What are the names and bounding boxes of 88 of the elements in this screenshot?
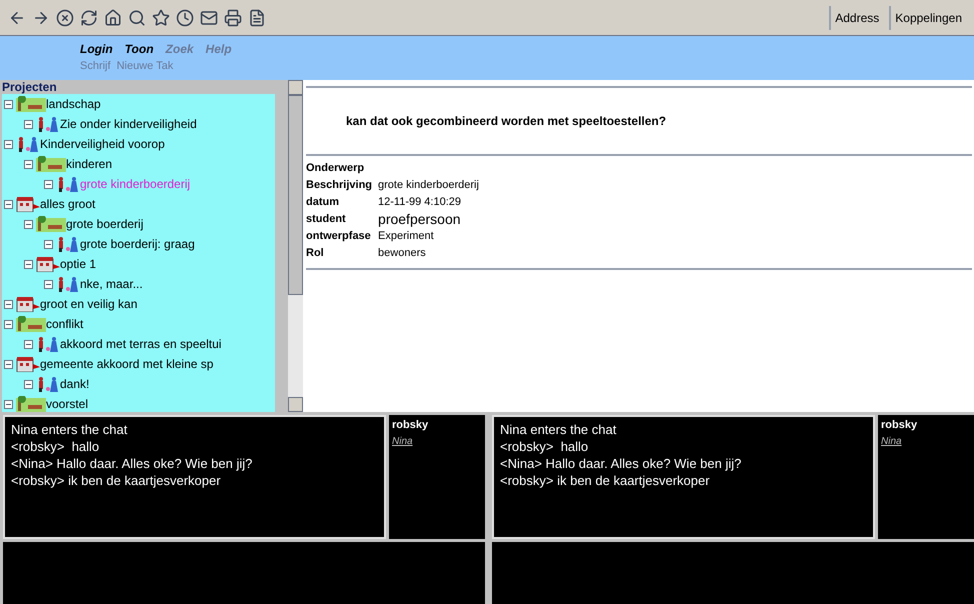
menu-link[interactable]: Login <box>80 40 113 58</box>
collapse-icon[interactable] <box>24 120 33 128</box>
tree-item[interactable]: voorstel <box>46 395 88 412</box>
toolbar-button[interactable]: Address <box>829 6 884 30</box>
stop-icon[interactable] <box>56 8 74 26</box>
chat-message: Nina enters the chat <box>11 421 128 438</box>
collapse-icon[interactable] <box>24 340 33 348</box>
field-value: Experiment <box>378 229 435 244</box>
collapse-icon[interactable] <box>4 300 13 308</box>
field-label: datum <box>306 195 340 210</box>
document-icon[interactable] <box>248 8 266 26</box>
landscape-icon <box>16 96 46 112</box>
collapse-icon[interactable] <box>24 160 33 168</box>
collapse-icon[interactable] <box>4 140 13 148</box>
collapse-icon[interactable] <box>24 260 33 268</box>
people-icon <box>36 336 60 352</box>
user-name: robsky <box>392 418 428 433</box>
tree-item[interactable]: conflikt <box>46 315 84 333</box>
chat-message: <Nina> Hallo daar. Alles oke? Wie ben jij? <box>11 455 254 472</box>
search-icon[interactable] <box>128 8 146 26</box>
print-icon[interactable] <box>224 8 242 26</box>
field-label: Rol <box>306 246 325 261</box>
menu-link[interactable]: Toon <box>124 40 154 58</box>
collapse-icon[interactable] <box>24 220 33 228</box>
collapse-icon[interactable] <box>4 200 13 208</box>
tree-item[interactable]: landschap <box>46 95 101 113</box>
tree-item[interactable]: Zie onder kinderveiligheid <box>60 115 197 133</box>
collapse-icon[interactable] <box>4 360 13 368</box>
refresh-icon[interactable] <box>80 8 98 26</box>
history-icon[interactable] <box>176 8 194 26</box>
tree-item[interactable]: dank! <box>60 375 90 393</box>
tree-item[interactable]: grote boerderij: graag <box>80 235 195 253</box>
landscape-icon <box>36 216 66 232</box>
people-icon <box>56 276 80 292</box>
field-value: grote kinderboerderij <box>378 178 480 193</box>
tree-item[interactable]: grote boerderij <box>66 215 144 233</box>
collapse-icon[interactable] <box>4 400 13 408</box>
chat-message: <Nina> Hallo daar. Alles oke? Wie ben jij? <box>500 455 742 472</box>
collapse-icon[interactable] <box>44 180 53 188</box>
chat-message: <robsky> hallo <box>11 438 100 455</box>
collapse-icon[interactable] <box>44 280 53 288</box>
scrollbar[interactable] <box>288 80 303 412</box>
people-icon <box>56 176 80 192</box>
field-value: proefpersoon <box>378 211 462 228</box>
house-icon <box>16 296 40 312</box>
people-icon <box>36 116 60 132</box>
people-icon <box>56 236 80 252</box>
tree-item[interactable]: optie 1 <box>60 255 96 273</box>
tree-title: Projecten <box>2 80 58 94</box>
chat-message: <robsky> ik ben de kaartjesverkoper <box>11 472 222 489</box>
tree-item[interactable]: nke, maar... <box>80 275 143 293</box>
field-label: Beschrijving <box>306 178 372 193</box>
tree-item[interactable]: groot en veilig kan <box>40 295 138 313</box>
question-text: kan dat ook gecombineerd worden met speeltoestellen? <box>346 113 668 130</box>
landscape-icon <box>16 396 46 412</box>
tree-item[interactable]: kinderen <box>66 155 112 173</box>
tree-item[interactable]: gemeente akkoord met kleine sp <box>40 355 214 373</box>
chat-message: <robsky> hallo <box>500 438 590 455</box>
favorites-icon[interactable] <box>152 8 170 26</box>
landscape-icon <box>36 156 66 172</box>
collapse-icon[interactable] <box>24 380 33 388</box>
chat-input[interactable] <box>492 542 974 604</box>
tree-item[interactable]: alles groot <box>40 195 96 213</box>
house-icon <box>16 356 40 372</box>
user-name: robsky <box>881 418 918 433</box>
house-icon <box>36 256 60 272</box>
people-icon <box>36 376 60 392</box>
field-label: ontwerpfase <box>306 229 372 244</box>
field-value: 12-11-99 4:10:29 <box>378 195 462 210</box>
field-value: bewoners <box>378 246 427 261</box>
collapse-icon[interactable] <box>4 320 13 328</box>
field-label: Onderwerp <box>306 161 366 176</box>
user-link[interactable]: Nina <box>392 434 413 448</box>
user-link[interactable]: Nina <box>881 434 902 448</box>
tree-item[interactable]: akkoord met terras en speeltui <box>60 335 222 353</box>
chat-message: Nina enters the chat <box>500 421 618 438</box>
home-icon[interactable] <box>104 8 122 26</box>
toolbar-button[interactable]: Koppelingen <box>889 6 966 30</box>
field-label: student <box>306 212 347 227</box>
collapse-icon[interactable] <box>44 240 53 248</box>
chat-input[interactable] <box>3 542 485 604</box>
tree-item[interactable]: Kinderveiligheid voorop <box>40 135 165 153</box>
landscape-icon <box>16 316 46 332</box>
chat-message: <robsky> ik ben de kaartjesverkoper <box>500 472 711 489</box>
house-icon <box>16 196 40 212</box>
mail-icon[interactable] <box>200 8 218 26</box>
people-icon <box>16 136 40 152</box>
collapse-icon[interactable] <box>4 100 13 108</box>
